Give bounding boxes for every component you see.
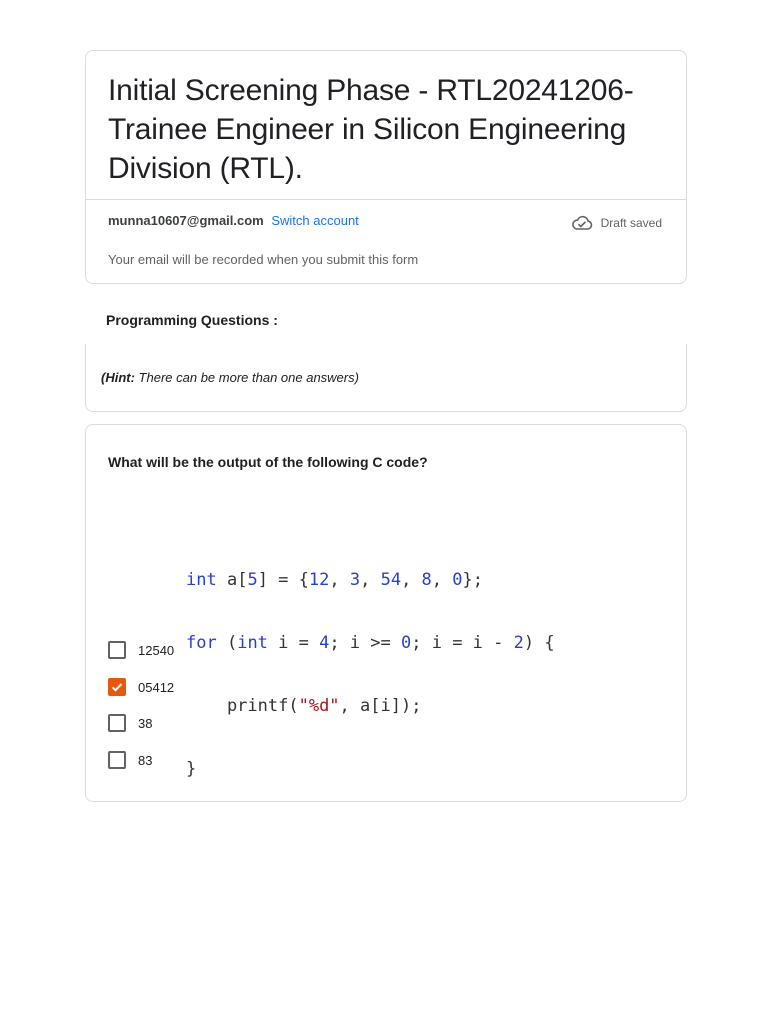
option-label: 05412 (138, 679, 175, 695)
hint-card: (Hint: There can be more than one answer… (85, 344, 687, 412)
option-83[interactable]: 83 (108, 749, 408, 771)
account-email: munna10607@gmail.com (108, 213, 264, 228)
checkbox[interactable] (108, 714, 126, 732)
option-12540[interactable]: 12540 (108, 639, 408, 661)
checkmark-icon (111, 683, 123, 692)
checkbox[interactable] (108, 751, 126, 769)
header-divider (86, 199, 686, 200)
hint-text: (Hint: There can be more than one answer… (101, 370, 359, 385)
code-line-1: int a[5] = {12, 3, 54, 8, 0}; (186, 570, 484, 590)
account-row: munna10607@gmail.com Switch account Draf… (108, 213, 664, 233)
section-title: Programming Questions : (106, 312, 278, 328)
option-label: 38 (138, 715, 153, 731)
option-label: 83 (138, 752, 153, 768)
question-title: What will be the output of the following… (108, 454, 428, 470)
option-05412[interactable]: 05412 (108, 676, 408, 698)
switch-account-link[interactable]: Switch account (271, 213, 358, 228)
option-label: 12540 (138, 642, 175, 658)
checkbox[interactable] (108, 641, 126, 659)
checkbox-checked[interactable] (108, 678, 126, 696)
hint-body: There can be more than one answers) (134, 370, 359, 385)
cloud-check-icon (571, 215, 593, 231)
draft-status-label: Draft saved (600, 216, 662, 230)
form-title: Initial Screening Phase - RTL20241206-Tr… (108, 74, 634, 185)
form-header-card: Initial Screening Phase - RTL20241206-Tr… (85, 50, 687, 284)
question-card: What will be the output of the following… (85, 424, 687, 802)
option-38[interactable]: 38 (108, 712, 408, 734)
email-note: Your email will be recorded when you sub… (108, 252, 419, 267)
hint-label: (Hint: (101, 370, 135, 385)
code-snippet-image: int a[5] = {12, 3, 54, 8, 0}; for (int i… (186, 528, 555, 779)
draft-status: Draft saved (571, 215, 662, 231)
